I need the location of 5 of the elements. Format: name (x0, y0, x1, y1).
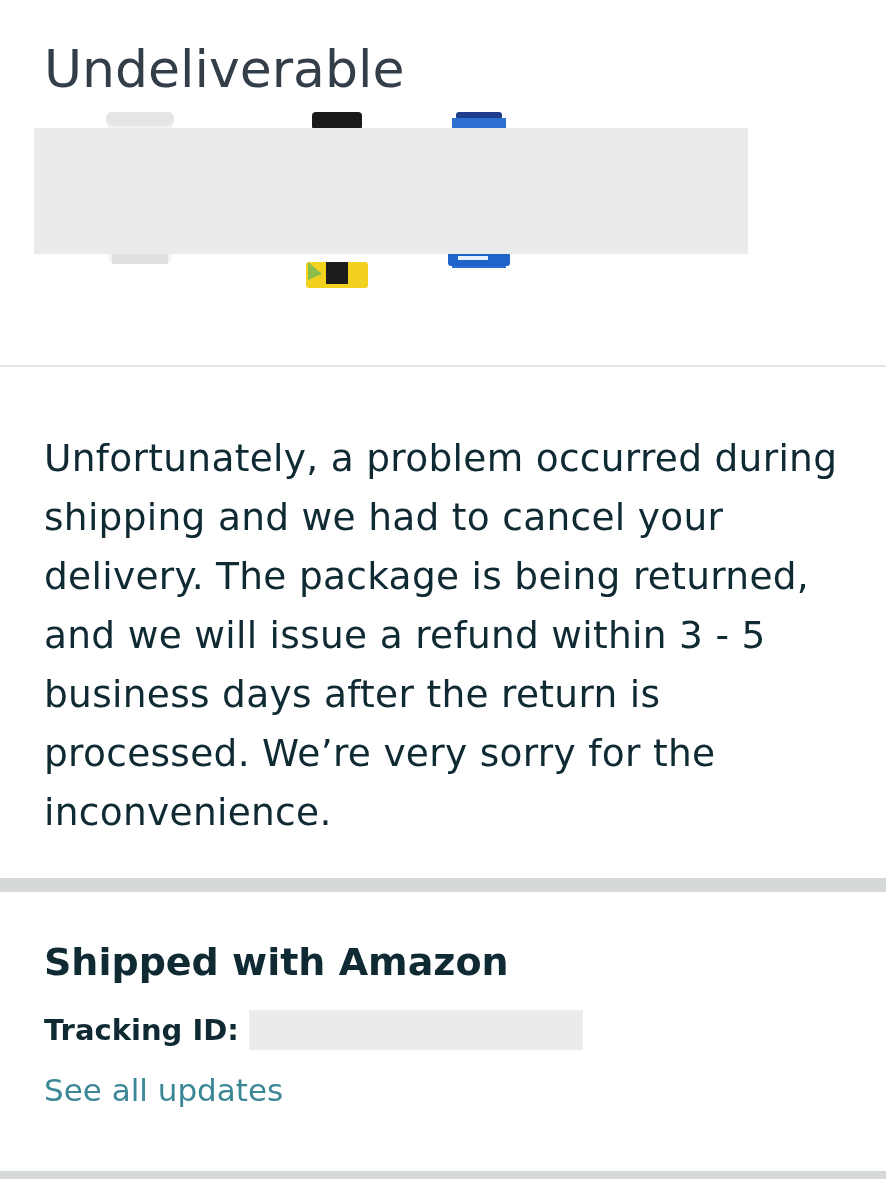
tracking-label: Tracking ID: (44, 1013, 239, 1047)
message-text: Unfortunately, a problem occurred during shipping and we had to cancel your delivery. The package is being returned, and we will issue a refund within 3 - 5 business days after the return is processed. We’re very sorry for the inconvenience. (44, 435, 839, 836)
shipment-heading: Shipped with Amazon (44, 939, 509, 986)
see-all-updates-link[interactable]: See all updates (44, 1072, 284, 1108)
status-title: Undeliverable (44, 38, 405, 101)
